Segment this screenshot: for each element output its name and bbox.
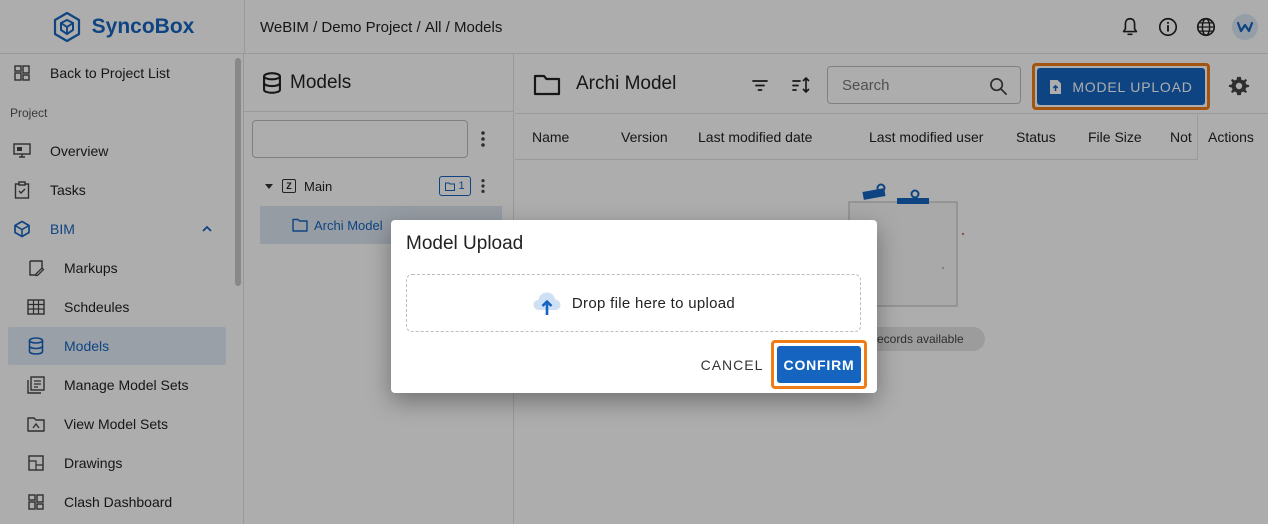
- model-upload-dialog: Model Upload Drop file here to upload CA…: [391, 220, 877, 393]
- cloud-upload-icon: [532, 290, 562, 316]
- file-drop-zone[interactable]: Drop file here to upload: [406, 274, 861, 332]
- dialog-title: Model Upload: [406, 233, 524, 254]
- confirm-button[interactable]: CONFIRM: [777, 346, 861, 383]
- drop-zone-text: Drop file here to upload: [571, 294, 736, 312]
- cancel-button[interactable]: CANCEL: [696, 350, 768, 380]
